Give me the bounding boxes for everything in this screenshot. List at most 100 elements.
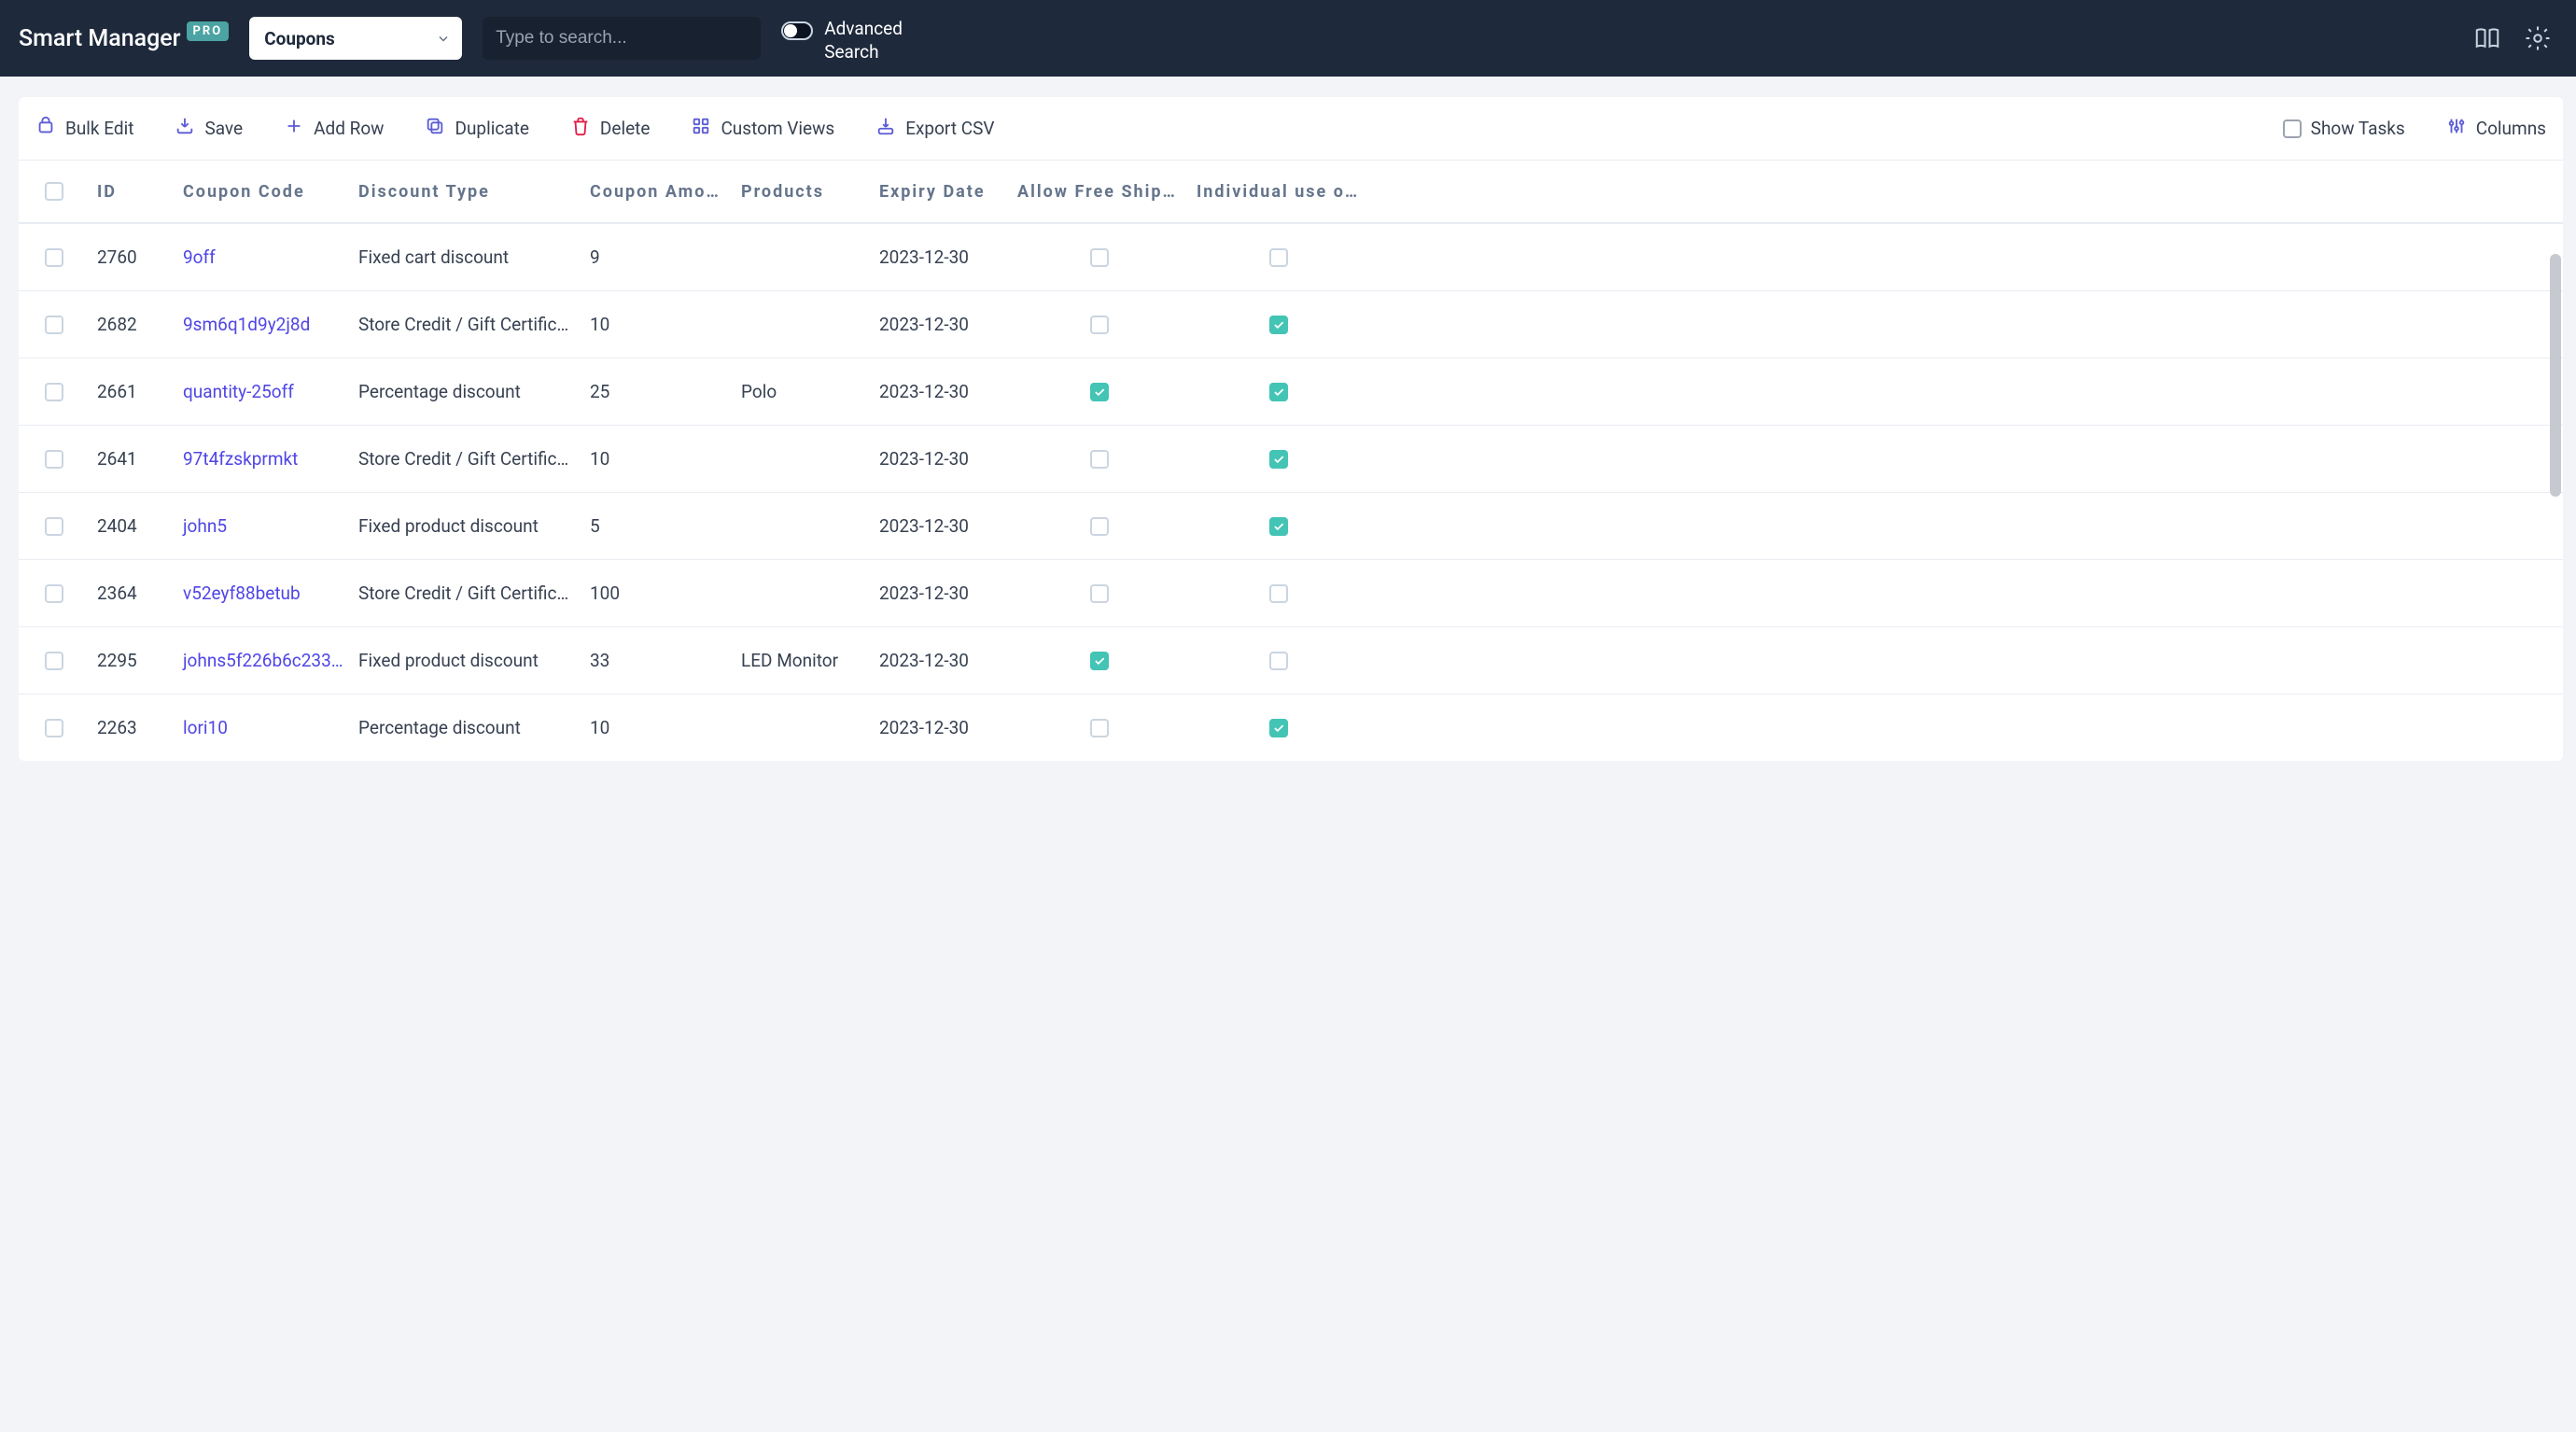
cell-dtype[interactable]: Store Credit / Gift Certificate: [351, 448, 582, 470]
row-checkbox[interactable]: [45, 719, 63, 737]
col-individual[interactable]: Individual use only: [1189, 182, 1368, 202]
cell-expiry[interactable]: 2023-12-30: [872, 314, 1010, 335]
cell-id[interactable]: 2364: [90, 583, 175, 604]
row-select-cell[interactable]: [19, 383, 90, 401]
cell-amount[interactable]: 10: [582, 314, 734, 335]
cell-amount[interactable]: 100: [582, 583, 734, 604]
cell-individual[interactable]: [1189, 719, 1368, 737]
cell-amount[interactable]: 10: [582, 717, 734, 738]
table-row[interactable]: 2295 johns5f226b6c23385 Fixed product di…: [19, 626, 2563, 694]
row-checkbox[interactable]: [45, 316, 63, 334]
row-checkbox[interactable]: [45, 517, 63, 536]
freeship-checkbox[interactable]: [1090, 719, 1109, 737]
individual-checkbox[interactable]: [1269, 450, 1288, 469]
table-row[interactable]: 2682 9sm6q1d9y2j8d Store Credit / Gift C…: [19, 290, 2563, 358]
add-row-button[interactable]: Add Row: [284, 116, 384, 141]
cell-id[interactable]: 2760: [90, 246, 175, 268]
table-row[interactable]: 2661 quantity-25off Percentage discount …: [19, 358, 2563, 425]
cell-code[interactable]: johns5f226b6c23385: [175, 650, 351, 671]
row-checkbox[interactable]: [45, 450, 63, 469]
custom-views-button[interactable]: Custom Views: [691, 116, 834, 141]
cell-individual[interactable]: [1189, 517, 1368, 536]
save-button[interactable]: Save: [175, 116, 243, 141]
cell-expiry[interactable]: 2023-12-30: [872, 583, 1010, 604]
table-row[interactable]: 2364 v52eyf88betub Store Credit / Gift C…: [19, 559, 2563, 626]
gear-icon[interactable]: [2524, 24, 2552, 52]
individual-checkbox[interactable]: [1269, 652, 1288, 670]
freeship-checkbox[interactable]: [1090, 652, 1109, 670]
cell-amount[interactable]: 10: [582, 448, 734, 470]
row-select-cell[interactable]: [19, 248, 90, 267]
cell-freeship[interactable]: [1010, 248, 1189, 267]
cell-individual[interactable]: [1189, 652, 1368, 670]
freeship-checkbox[interactable]: [1090, 248, 1109, 267]
row-checkbox[interactable]: [45, 383, 63, 401]
search-input[interactable]: [483, 17, 761, 60]
cell-id[interactable]: 2295: [90, 650, 175, 671]
cell-amount[interactable]: 9: [582, 246, 734, 268]
entity-selector[interactable]: Coupons: [249, 17, 462, 60]
cell-dtype[interactable]: Store Credit / Gift Certificate: [351, 583, 582, 604]
table-row[interactable]: 2263 lori10 Percentage discount 10 2023-…: [19, 694, 2563, 761]
individual-checkbox[interactable]: [1269, 517, 1288, 536]
vertical-scrollbar[interactable]: [2550, 254, 2561, 497]
cell-individual[interactable]: [1189, 248, 1368, 267]
cell-expiry[interactable]: 2023-12-30: [872, 246, 1010, 268]
table-row[interactable]: 2641 97t4fzskprmkt Store Credit / Gift C…: [19, 425, 2563, 492]
row-checkbox[interactable]: [45, 652, 63, 670]
row-select-cell[interactable]: [19, 652, 90, 670]
select-all-cell[interactable]: [19, 182, 90, 201]
freeship-checkbox[interactable]: [1090, 383, 1109, 401]
cell-code[interactable]: 97t4fzskprmkt: [175, 448, 351, 470]
cell-expiry[interactable]: 2023-12-30: [872, 448, 1010, 470]
col-expiry[interactable]: Expiry Date: [872, 182, 1010, 202]
cell-dtype[interactable]: Percentage discount: [351, 381, 582, 402]
cell-individual[interactable]: [1189, 383, 1368, 401]
duplicate-button[interactable]: Duplicate: [425, 116, 528, 141]
cell-dtype[interactable]: Fixed product discount: [351, 650, 582, 671]
individual-checkbox[interactable]: [1269, 584, 1288, 603]
cell-id[interactable]: 2641: [90, 448, 175, 470]
cell-id[interactable]: 2263: [90, 717, 175, 738]
show-tasks-checkbox[interactable]: Show Tasks: [2283, 118, 2405, 139]
cell-individual[interactable]: [1189, 584, 1368, 603]
cell-code[interactable]: john5: [175, 515, 351, 537]
cell-freeship[interactable]: [1010, 383, 1189, 401]
cell-freeship[interactable]: [1010, 652, 1189, 670]
cell-dtype[interactable]: Fixed product discount: [351, 515, 582, 537]
cell-freeship[interactable]: [1010, 316, 1189, 334]
freeship-checkbox[interactable]: [1090, 517, 1109, 536]
row-select-cell[interactable]: [19, 450, 90, 469]
cell-id[interactable]: 2661: [90, 381, 175, 402]
table-row[interactable]: 2404 john5 Fixed product discount 5 2023…: [19, 492, 2563, 559]
freeship-checkbox[interactable]: [1090, 584, 1109, 603]
row-select-cell[interactable]: [19, 316, 90, 334]
cell-dtype[interactable]: Store Credit / Gift Certificate: [351, 314, 582, 335]
individual-checkbox[interactable]: [1269, 383, 1288, 401]
col-dtype[interactable]: Discount Type: [351, 182, 582, 202]
col-freeship[interactable]: Allow Free Shipping: [1010, 182, 1189, 202]
freeship-checkbox[interactable]: [1090, 450, 1109, 469]
cell-expiry[interactable]: 2023-12-30: [872, 650, 1010, 671]
cell-freeship[interactable]: [1010, 450, 1189, 469]
cell-individual[interactable]: [1189, 316, 1368, 334]
col-code[interactable]: Coupon Code: [175, 182, 351, 202]
delete-button[interactable]: Delete: [570, 116, 651, 141]
advanced-search-toggle[interactable]: [781, 21, 813, 40]
row-checkbox[interactable]: [45, 584, 63, 603]
select-all-checkbox[interactable]: [45, 182, 63, 201]
table-row[interactable]: 2760 9off Fixed cart discount 9 2023-12-…: [19, 223, 2563, 290]
cell-expiry[interactable]: 2023-12-30: [872, 381, 1010, 402]
cell-code[interactable]: v52eyf88betub: [175, 583, 351, 604]
cell-code[interactable]: 9sm6q1d9y2j8d: [175, 314, 351, 335]
cell-freeship[interactable]: [1010, 719, 1189, 737]
cell-amount[interactable]: 5: [582, 515, 734, 537]
cell-expiry[interactable]: 2023-12-30: [872, 717, 1010, 738]
col-amount[interactable]: Coupon Amount: [582, 182, 734, 202]
cell-freeship[interactable]: [1010, 584, 1189, 603]
cell-products[interactable]: LED Monitor: [734, 650, 872, 671]
book-icon[interactable]: [2473, 24, 2501, 52]
cell-amount[interactable]: 33: [582, 650, 734, 671]
cell-id[interactable]: 2404: [90, 515, 175, 537]
cell-dtype[interactable]: Fixed cart discount: [351, 246, 582, 268]
